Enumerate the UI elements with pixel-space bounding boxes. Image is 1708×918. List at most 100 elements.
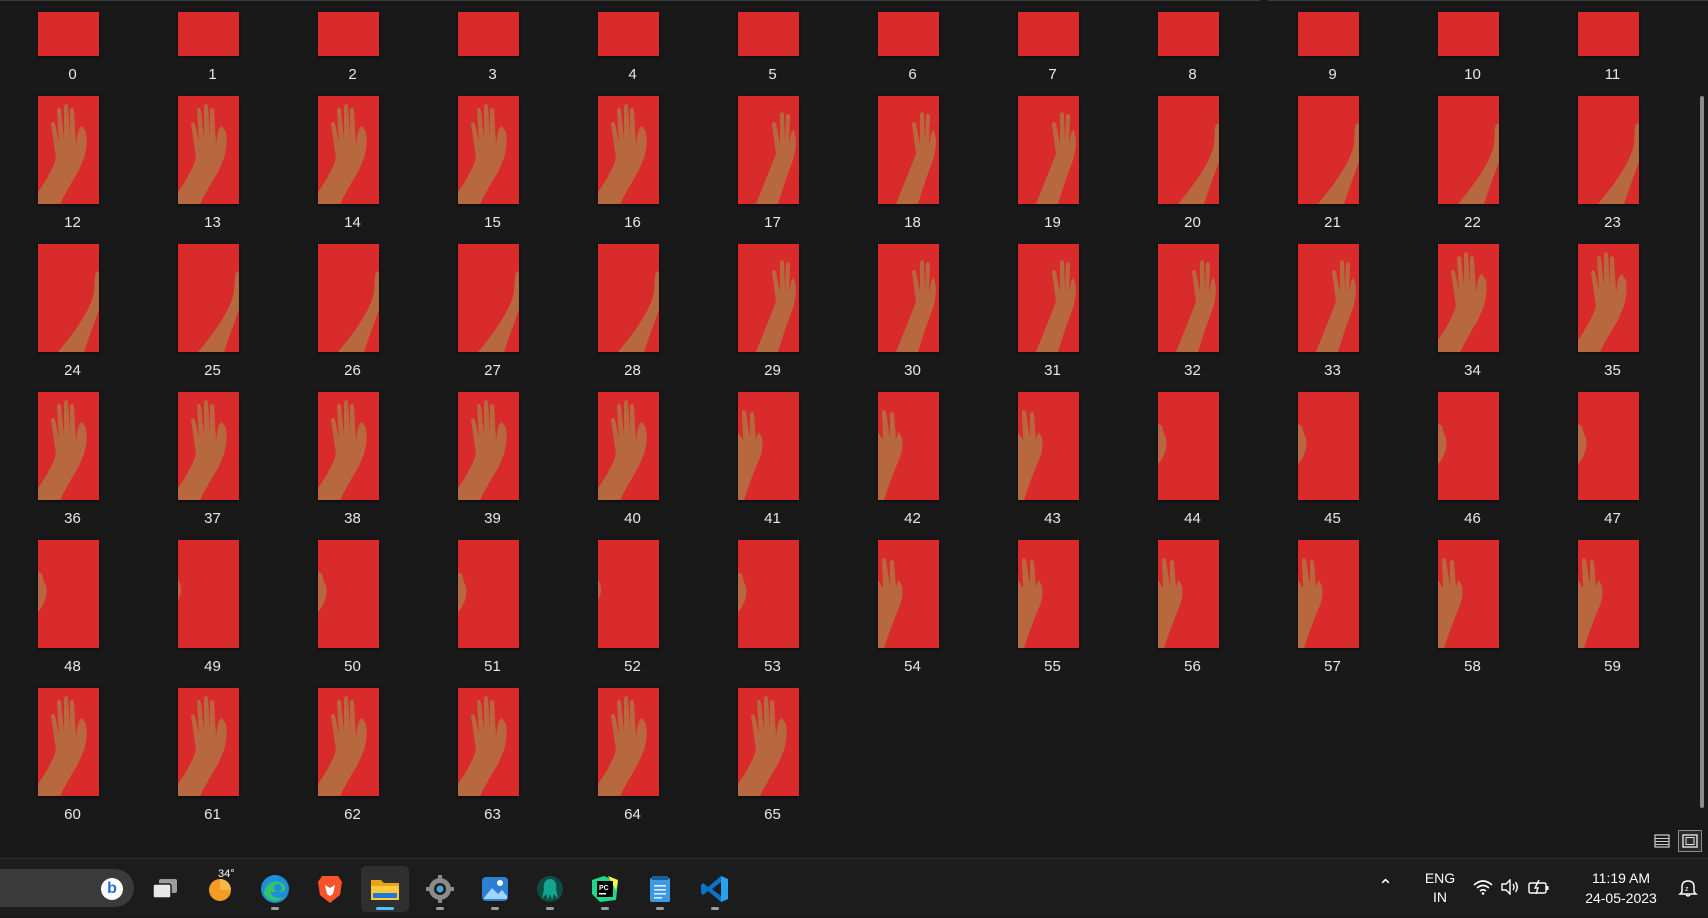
file-item[interactable]: 58 — [1400, 0, 1520, 675]
image-thumbnail[interactable] — [1438, 244, 1499, 352]
image-thumbnail[interactable] — [458, 688, 519, 796]
file-name-label: 60 — [64, 806, 81, 823]
image-thumbnail[interactable] — [1578, 392, 1639, 500]
image-thumbnail[interactable] — [1018, 392, 1079, 500]
image-thumbnail[interactable] — [458, 392, 519, 500]
image-thumbnail[interactable] — [38, 244, 99, 352]
image-thumbnail[interactable] — [178, 688, 239, 796]
image-thumbnail[interactable] — [178, 244, 239, 352]
task-view-button[interactable] — [141, 866, 189, 912]
file-explorer-taskbar-button[interactable] — [361, 866, 409, 912]
image-thumbnail[interactable] — [738, 244, 799, 352]
image-thumbnail[interactable] — [738, 540, 799, 648]
photos-icon — [482, 877, 508, 901]
file-name-label: 43 — [1044, 510, 1061, 527]
scrollbar-thumb[interactable] — [1700, 96, 1704, 808]
image-thumbnail[interactable] — [738, 688, 799, 796]
image-thumbnail[interactable] — [458, 540, 519, 648]
file-item[interactable]: 56 — [1120, 0, 1240, 675]
file-name-label: 25 — [204, 362, 221, 379]
image-thumbnail[interactable] — [1158, 540, 1219, 648]
folder-icon — [371, 880, 399, 900]
file-item[interactable]: 63 — [420, 0, 540, 823]
file-item[interactable]: 57 — [1260, 0, 1380, 675]
image-thumbnail[interactable] — [1438, 392, 1499, 500]
pycharm-taskbar-button[interactable]: PC — [581, 866, 629, 912]
file-item[interactable]: 54 — [840, 0, 960, 675]
image-thumbnail[interactable] — [1578, 540, 1639, 648]
large-icons-view-button[interactable] — [1678, 830, 1702, 852]
image-thumbnail[interactable] — [1578, 244, 1639, 352]
file-item[interactable]: 64 — [560, 0, 680, 823]
hand-photo-thumbnail — [1018, 392, 1079, 500]
language-indicator[interactable]: ENG IN — [1420, 869, 1460, 907]
image-thumbnail[interactable] — [318, 688, 379, 796]
image-thumbnail[interactable] — [1018, 540, 1079, 648]
file-name-label: 24 — [64, 362, 81, 379]
image-thumbnail[interactable] — [318, 540, 379, 648]
active-indicator — [376, 907, 394, 910]
image-thumbnail[interactable] — [1438, 540, 1499, 648]
brave-taskbar-button[interactable] — [306, 866, 354, 912]
file-name-label: 61 — [204, 806, 221, 823]
image-thumbnail[interactable] — [1298, 540, 1359, 648]
image-thumbnail[interactable] — [1158, 392, 1219, 500]
clock[interactable]: 11:19 AM 24-05-2023 — [1572, 868, 1670, 908]
wifi-icon[interactable] — [1473, 879, 1493, 900]
image-thumbnail[interactable] — [598, 688, 659, 796]
svg-text:PC: PC — [599, 885, 609, 892]
file-item[interactable]: 55 — [980, 0, 1100, 675]
image-thumbnail[interactable] — [38, 688, 99, 796]
file-name-label: 46 — [1464, 510, 1481, 527]
file-name-label: 57 — [1324, 658, 1341, 675]
hand-photo-thumbnail — [38, 244, 99, 352]
hand-photo-thumbnail — [878, 392, 939, 500]
image-thumbnail[interactable] — [318, 392, 379, 500]
image-thumbnail[interactable] — [878, 392, 939, 500]
image-thumbnail[interactable] — [878, 244, 939, 352]
image-thumbnail[interactable] — [598, 244, 659, 352]
image-thumbnail[interactable] — [1158, 244, 1219, 352]
image-thumbnail[interactable] — [38, 540, 99, 648]
show-hidden-icons-chevron-up-icon[interactable]: ⌃ — [1378, 876, 1393, 897]
battery-charging-icon[interactable] — [1528, 879, 1550, 900]
image-thumbnail[interactable] — [458, 244, 519, 352]
image-thumbnail[interactable] — [178, 540, 239, 648]
image-thumbnail[interactable] — [38, 392, 99, 500]
image-thumbnail[interactable] — [1018, 244, 1079, 352]
file-item[interactable]: 62 — [280, 0, 400, 823]
file-name-label: 29 — [764, 362, 781, 379]
image-thumbnail[interactable] — [1298, 392, 1359, 500]
image-thumbnail[interactable] — [878, 540, 939, 648]
file-name-label: 26 — [344, 362, 361, 379]
weather-widget-button[interactable]: 34° — [196, 866, 244, 912]
file-item[interactable]: 65 — [700, 0, 820, 823]
volume-icon[interactable] — [1500, 878, 1520, 900]
notification-bell-icon[interactable]: z — [1678, 879, 1698, 902]
running-indicator — [436, 907, 444, 910]
details-view-button[interactable] — [1650, 830, 1674, 852]
file-name-label: 54 — [904, 658, 921, 675]
settings-taskbar-button[interactable] — [416, 866, 464, 912]
taskbar-search-box[interactable]: b — [0, 869, 134, 907]
edge-taskbar-button[interactable] — [251, 866, 299, 912]
file-item[interactable]: 61 — [140, 0, 260, 823]
notepad-taskbar-button[interactable] — [636, 866, 684, 912]
hand-photo-thumbnail — [598, 244, 659, 352]
image-thumbnail[interactable] — [1298, 244, 1359, 352]
gitkraken-taskbar-button[interactable] — [526, 866, 574, 912]
running-indicator — [546, 907, 554, 910]
image-thumbnail[interactable] — [178, 392, 239, 500]
image-thumbnail[interactable] — [598, 540, 659, 648]
hand-photo-thumbnail — [1298, 244, 1359, 352]
hand-photo-thumbnail — [178, 392, 239, 500]
image-thumbnail[interactable] — [738, 392, 799, 500]
photos-taskbar-button[interactable] — [471, 866, 519, 912]
image-thumbnail[interactable] — [598, 392, 659, 500]
image-thumbnail[interactable] — [318, 244, 379, 352]
bing-chat-icon[interactable]: b — [101, 878, 123, 900]
hand-photo-thumbnail — [598, 540, 659, 648]
file-item[interactable]: 60 — [0, 0, 120, 823]
vscode-taskbar-button[interactable] — [691, 866, 739, 912]
file-item[interactable]: 59 — [1540, 0, 1660, 675]
